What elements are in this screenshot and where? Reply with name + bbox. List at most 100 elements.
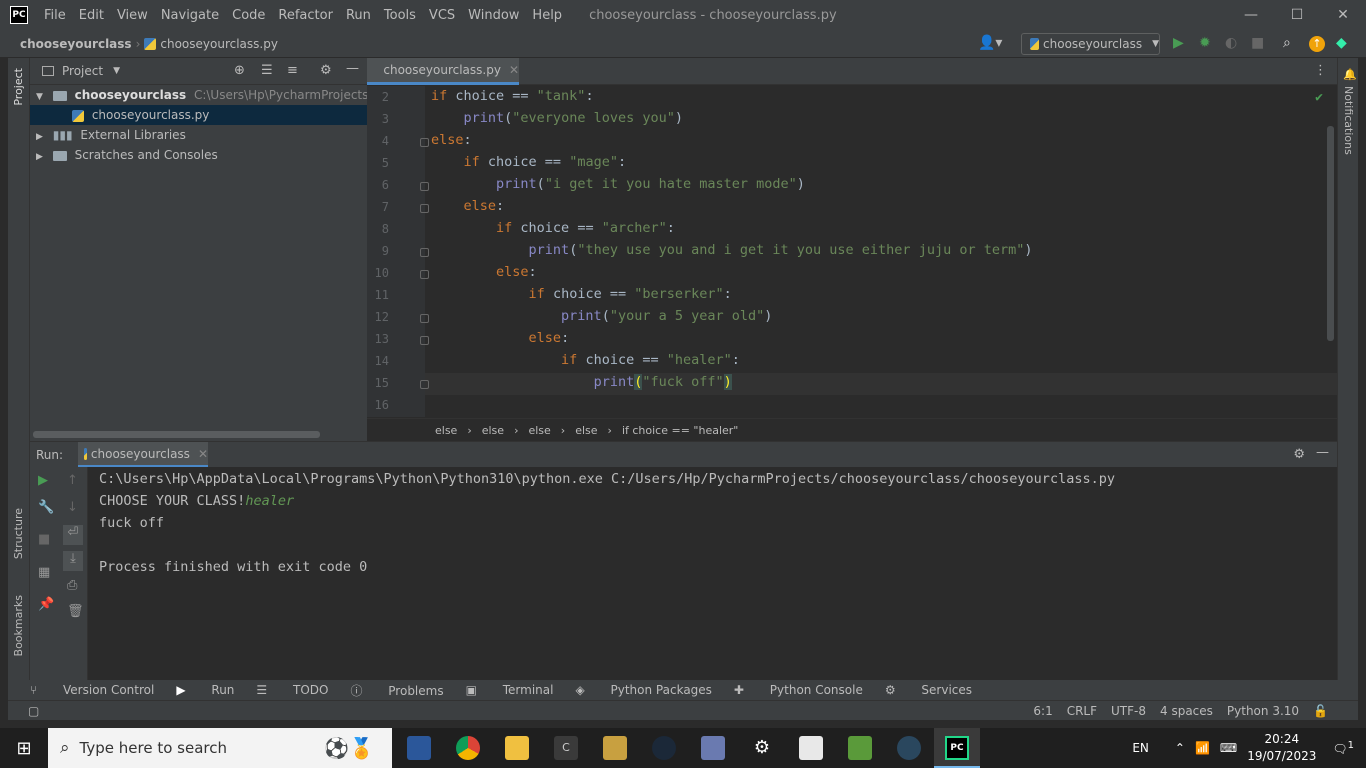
file-explorer-icon[interactable]	[505, 736, 529, 760]
fold-marker-icon[interactable]	[420, 380, 429, 389]
gear-icon[interactable]: ⚙	[320, 63, 332, 78]
chevron-up-icon[interactable]: ⌃	[1175, 741, 1185, 755]
fold-marker-icon[interactable]	[420, 204, 429, 213]
game-app-icon[interactable]	[603, 736, 627, 760]
fold-marker-icon[interactable]	[420, 270, 429, 279]
fold-marker-icon[interactable]	[420, 138, 429, 147]
editor-tab[interactable]: chooseyourclass.py ✕	[367, 58, 519, 85]
hide-icon[interactable]: —	[1316, 445, 1329, 460]
gear-icon[interactable]: ⚙	[1293, 447, 1305, 462]
keyboard-icon[interactable]: ⌨	[1220, 741, 1237, 755]
chevron-down-icon[interactable]: ▼	[113, 66, 120, 76]
tool-python-packages[interactable]: ◈ Python Packages	[575, 683, 711, 697]
run-configuration-select[interactable]: chooseyourclass ▼	[1021, 33, 1160, 55]
taskbar-search-box[interactable]: ⌕ Type here to search ⚽🏅	[48, 728, 392, 768]
horizontal-scrollbar[interactable]	[33, 431, 320, 438]
document-app-icon[interactable]	[799, 736, 823, 760]
stop-icon[interactable]: ■	[38, 532, 50, 547]
breadcrumb-if-healer[interactable]: if choice == "healer"	[622, 424, 738, 437]
breadcrumb-else-3[interactable]: else	[528, 424, 550, 437]
lock-icon[interactable]: 🔓	[1313, 704, 1328, 718]
tool-services[interactable]: ⚙ Services	[885, 683, 972, 697]
fold-marker-icon[interactable]	[420, 314, 429, 323]
tool-todo[interactable]: ☰ TODO	[256, 683, 328, 697]
app-c-icon[interactable]: C	[554, 736, 578, 760]
coverage-icon[interactable]: ◐	[1225, 35, 1237, 51]
menu-refactor[interactable]: Refactor	[278, 8, 333, 23]
menu-code[interactable]: Code	[232, 8, 265, 23]
windows-start-button[interactable]: ⊞	[0, 728, 48, 768]
wrench-icon[interactable]: 🔧	[38, 500, 54, 515]
tool-version-control[interactable]: ⑂ Version Control	[30, 683, 154, 697]
file-encoding[interactable]: UTF-8	[1111, 704, 1146, 718]
tree-external-libraries[interactable]: ▶ ▮▮▮ External Libraries	[30, 125, 367, 145]
collapse-all-icon[interactable]: ≡	[287, 63, 298, 78]
print-icon[interactable]: ⎙	[67, 578, 77, 593]
camera-app-icon[interactable]	[701, 736, 725, 760]
layout-icon[interactable]: ▦	[38, 565, 50, 580]
close-button[interactable]: ✕	[1320, 0, 1366, 30]
settings-gear-icon[interactable]: ⚙	[750, 736, 774, 760]
bookmarks-tool-tab[interactable]: Bookmarks	[12, 595, 25, 656]
rerun-icon[interactable]: ▶	[38, 473, 48, 488]
steam-app-icon-2[interactable]	[897, 736, 921, 760]
project-view-selector[interactable]: Project	[62, 64, 103, 78]
breadcrumb-file[interactable]: chooseyourclass.py	[144, 37, 278, 51]
caret-position[interactable]: 6:1	[1033, 704, 1052, 718]
tool-python-console[interactable]: ✚ Python Console	[734, 683, 863, 697]
clock[interactable]: 20:24 19/07/2023	[1247, 731, 1316, 765]
notification-center-icon[interactable]: 🗨1	[1332, 740, 1354, 756]
network-icon[interactable]: 📶	[1195, 741, 1210, 755]
notifications-tool-tab[interactable]: Notifications	[1342, 86, 1355, 155]
bell-icon[interactable]: 🔔	[1343, 68, 1357, 81]
arrow-down-icon[interactable]: ↓	[67, 500, 78, 515]
minecraft-app-icon[interactable]	[848, 736, 872, 760]
close-tab-icon[interactable]: ✕	[198, 447, 208, 461]
update-icon[interactable]: ↑	[1309, 36, 1325, 52]
menu-edit[interactable]: Edit	[79, 8, 104, 23]
fold-marker-icon[interactable]	[420, 248, 429, 257]
scroll-to-end-icon[interactable]: ⤓	[63, 551, 83, 571]
arrow-up-icon[interactable]: ↑	[67, 473, 78, 488]
menu-run[interactable]: Run	[346, 8, 371, 23]
run-console[interactable]: C:\Users\Hp\AppData\Local\Programs\Pytho…	[88, 467, 1337, 680]
breadcrumb-project[interactable]: chooseyourclass	[20, 37, 132, 51]
user-icon[interactable]: 👤▾	[978, 35, 1002, 51]
language-indicator[interactable]: EN	[1132, 741, 1149, 755]
menu-help[interactable]: Help	[532, 8, 562, 23]
jetbrains-icon[interactable]: ◆	[1336, 35, 1347, 51]
trash-icon[interactable]: 🗑	[67, 604, 84, 619]
vertical-scrollbar[interactable]	[1327, 126, 1334, 341]
menu-navigate[interactable]: Navigate	[161, 8, 219, 23]
steam-app-icon[interactable]	[652, 736, 676, 760]
tree-file-item[interactable]: chooseyourclass.py	[30, 105, 367, 125]
tool-terminal[interactable]: ▣ Terminal	[466, 683, 554, 697]
fold-marker-icon[interactable]	[420, 336, 429, 345]
close-tab-icon[interactable]: ✕	[509, 63, 519, 77]
chrome-app-icon[interactable]	[456, 736, 480, 760]
tool-run[interactable]: ▶ Run	[176, 683, 234, 697]
menu-vcs[interactable]: VCS	[429, 8, 455, 23]
breadcrumb-else-1[interactable]: else	[435, 424, 457, 437]
hide-icon[interactable]: —	[346, 61, 359, 76]
search-icon[interactable]: ⌕	[1283, 35, 1291, 51]
toggle-panels-icon[interactable]: ▢	[28, 704, 39, 718]
debug-icon[interactable]: ✹	[1199, 35, 1211, 51]
pin-icon[interactable]: 📌	[38, 597, 54, 612]
menu-file[interactable]: File	[44, 8, 66, 23]
tree-root-folder[interactable]: ▼ chooseyourclass C:\Users\Hp\PycharmPro…	[30, 85, 367, 105]
indent-setting[interactable]: 4 spaces	[1160, 704, 1213, 718]
menu-window[interactable]: Window	[468, 8, 519, 23]
minimize-button[interactable]: —	[1228, 0, 1274, 30]
structure-tool-tab[interactable]: Structure	[12, 508, 25, 559]
soft-wrap-icon[interactable]: ⏎	[63, 525, 83, 545]
code-editor[interactable]: 2 if choice == "tank": 3 print("everyone l…	[367, 86, 1337, 417]
line-separator[interactable]: CRLF	[1067, 704, 1097, 718]
breadcrumb-else-4[interactable]: else	[575, 424, 597, 437]
more-options-icon[interactable]: ⋮	[1314, 63, 1327, 78]
fold-marker-icon[interactable]	[420, 182, 429, 191]
pycharm-taskbar-button[interactable]: PC	[934, 728, 980, 768]
stop-icon[interactable]: ■	[1251, 35, 1264, 51]
python-interpreter[interactable]: Python 3.10	[1227, 704, 1299, 718]
run-tab[interactable]: chooseyourclass ✕	[78, 442, 208, 468]
